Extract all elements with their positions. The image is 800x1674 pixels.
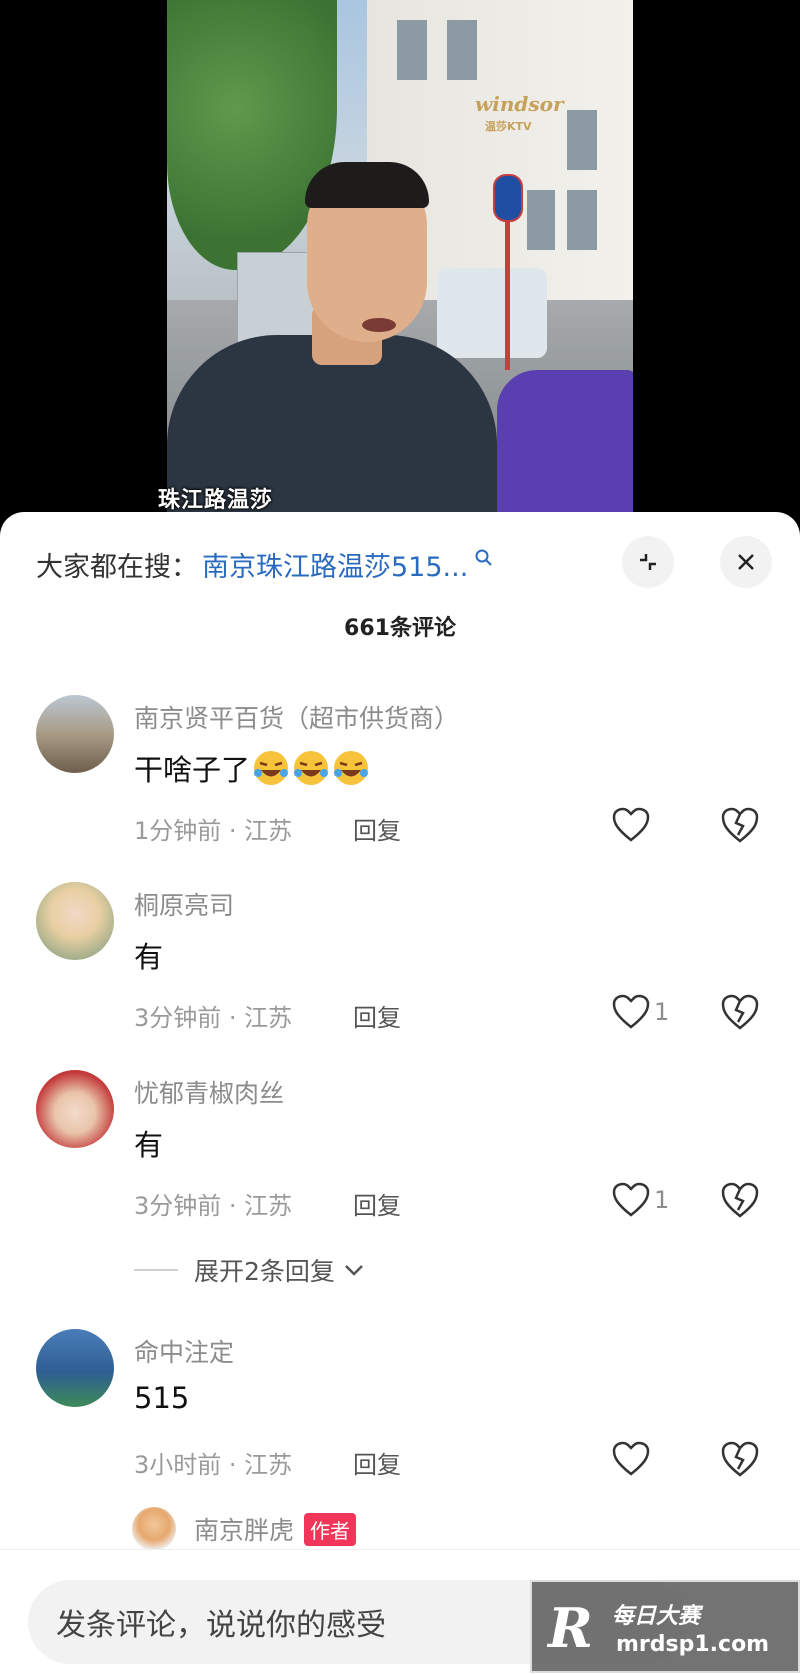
watermark-logo: R [548,1596,593,1660]
collapse-icon [640,554,656,570]
expand-replies-button[interactable]: 展开2条回复 [134,1252,367,1288]
comment-text: 干啥子了 [134,747,370,789]
comment-item: 桐原亮司 有 3分钟前 · 江苏 回复 1 [0,882,800,1042]
comment-username[interactable]: 桐原亮司 [134,886,234,922]
laughing-crying-emoji [294,751,329,785]
video-player[interactable]: windsor 温莎KTV 珠江路温莎 [0,0,800,513]
reply-button[interactable]: 回复 [353,1186,401,1221]
avatar[interactable] [36,1070,114,1148]
broken-heart-icon[interactable] [720,1180,760,1220]
author-name[interactable]: 南京胖虎 [194,1511,294,1547]
search-term-link[interactable]: 南京珠江路温莎515... [202,545,468,584]
reply-button[interactable]: 回复 [353,811,401,846]
avatar[interactable] [36,882,114,960]
watermark-title: 每日大赛 [612,1604,701,1629]
expand-replies-label: 展开2条回复 [194,1257,335,1286]
shop-sign-sub: 温莎KTV [485,120,532,133]
author-avatar[interactable] [132,1507,176,1551]
broken-heart-icon[interactable] [720,992,760,1032]
like-button[interactable] [612,1437,684,1481]
avatar[interactable] [36,695,114,773]
comment-text: 有 [134,1128,164,1162]
comment-time-location: 3分钟前 · 江苏 [134,1004,293,1032]
close-button[interactable] [720,536,772,588]
comment-item: 命中注定 515 3小时前 · 江苏 回复 [0,1329,800,1489]
watermark-url: mrdsp1.com [616,1632,770,1657]
presenter [167,162,633,512]
heart-icon [612,1441,650,1476]
avatar[interactable] [36,1329,114,1407]
heart-icon [612,807,650,842]
chevron-down-icon [345,1265,363,1276]
search-icon[interactable] [474,548,494,568]
reply-button[interactable]: 回复 [353,998,401,1033]
comment-count: 661条评论 [344,616,456,641]
like-button[interactable]: 1 [612,1178,684,1222]
like-button[interactable] [612,803,684,847]
collapse-button[interactable] [622,536,674,588]
like-count: 1 [654,998,670,1026]
comment-item: 忧郁青椒肉丝 有 3分钟前 · 江苏 回复 1 [0,1070,800,1230]
comment-username[interactable]: 南京贤平百货（超市供货商） [134,699,459,735]
close-icon [738,554,754,570]
reply-button[interactable]: 回复 [353,1445,401,1480]
divider [134,1269,178,1271]
search-prefix: 大家都在搜： [36,551,198,583]
heart-icon [612,994,650,1029]
comment-time-location: 3分钟前 · 江苏 [134,1192,293,1220]
comment-text-body: 干啥子了 [134,753,251,787]
trending-search[interactable]: 大家都在搜： 南京珠江路温莎515... [36,542,494,586]
like-button[interactable]: 1 [612,990,684,1034]
laughing-crying-emoji [254,751,289,785]
comment-input-placeholder: 发条评论，说说你的感受 [56,1608,386,1643]
watermark: R 每日大赛 mrdsp1.com [530,1580,800,1673]
video-frame[interactable]: windsor 温莎KTV [167,0,633,512]
comment-text: 有 [134,940,164,974]
broken-heart-icon[interactable] [720,1439,760,1479]
heart-icon [612,1182,650,1217]
author-badge: 作者 [304,1512,357,1546]
laughing-crying-emoji [334,751,369,785]
like-count: 1 [654,1186,670,1214]
comment-time-location: 1分钟前 · 江苏 [134,817,293,845]
author-reply[interactable]: 南京胖虎 作者 [132,1507,357,1551]
comment-username[interactable]: 命中注定 [134,1333,234,1369]
comment-username[interactable]: 忧郁青椒肉丝 [134,1074,284,1110]
comment-sheet: 大家都在搜： 南京珠江路温莎515... 661条评论 南京贤平百货（超市供货商… [0,512,800,1674]
video-caption: 珠江路温莎 [158,488,274,513]
comment-text: 515 [134,1381,190,1415]
comment-time-location: 3小时前 · 江苏 [134,1451,293,1479]
comment-item: 南京贤平百货（超市供货商） 干啥子了 1分钟前 · 江苏 回复 [0,695,800,855]
shop-sign: windsor [475,92,564,116]
broken-heart-icon[interactable] [720,805,760,845]
